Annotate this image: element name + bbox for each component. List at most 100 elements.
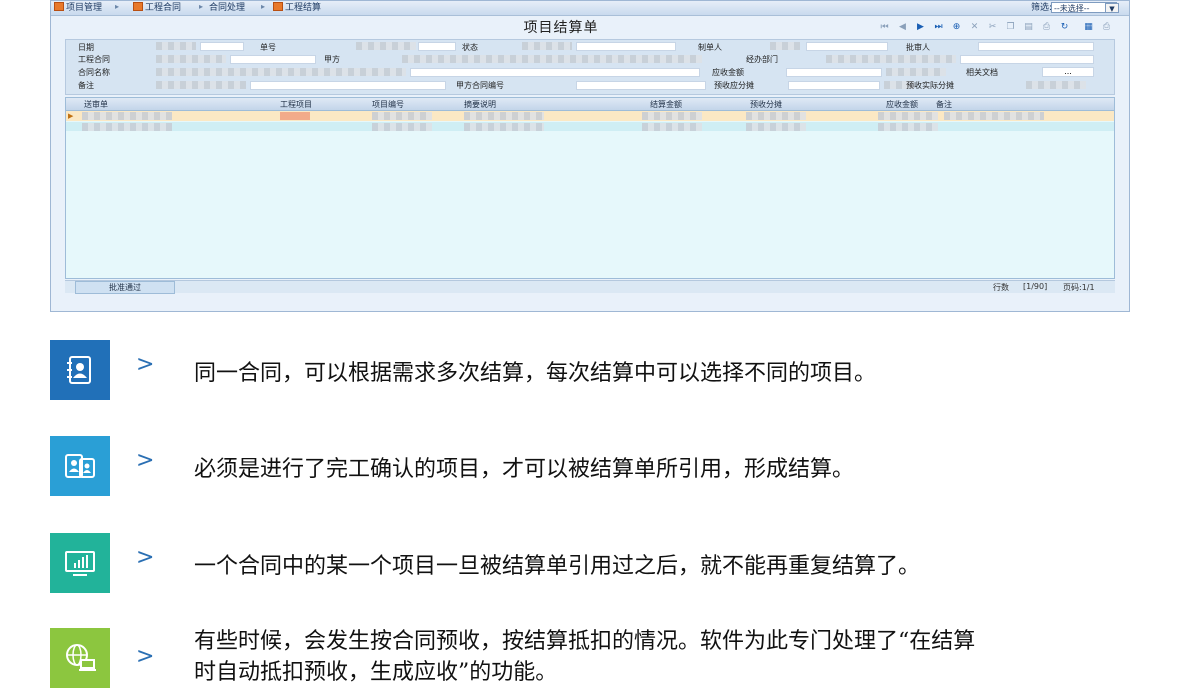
status-value <box>522 42 572 50</box>
refresh-icon[interactable]: ↻ <box>1059 22 1070 33</box>
date-field[interactable] <box>200 42 244 51</box>
party-a-value <box>402 55 702 63</box>
approve-button[interactable]: 批准通过 <box>75 281 175 294</box>
table-cell <box>642 123 702 131</box>
print-preview-icon[interactable]: ▤ <box>1023 22 1034 33</box>
copy-icon[interactable]: ❐ <box>1005 22 1016 33</box>
row-count-label: 行数 <box>993 283 1009 292</box>
prepaid-actual-allocation-value <box>1026 81 1086 89</box>
department-field[interactable] <box>960 55 1094 64</box>
breadcrumb-item-contract-processing[interactable]: 合同处理 <box>209 2 245 14</box>
export-icon[interactable]: ▦ <box>1083 22 1094 33</box>
breadcrumb-item-contract[interactable]: 工程合同 <box>133 2 181 14</box>
tablet-users-icon-graphic <box>65 454 95 478</box>
status-field[interactable] <box>576 42 676 51</box>
receivable-amount-field[interactable] <box>786 68 882 77</box>
chevron-right-icon: > <box>136 545 155 570</box>
first-record-icon[interactable]: ⏮ <box>879 22 890 33</box>
table-cell <box>464 112 544 120</box>
column-header[interactable]: 预收分摊 <box>750 99 782 110</box>
table-cell <box>372 112 432 120</box>
contract-field[interactable] <box>230 55 316 64</box>
table-cell <box>82 112 172 120</box>
party-a-contract-no-label: 甲方合同编号 <box>456 81 504 90</box>
contract-name-field[interactable] <box>410 68 700 77</box>
prepaid-allocation-field[interactable] <box>788 81 880 90</box>
column-header[interactable]: 摘要说明 <box>464 99 496 110</box>
table-cell <box>280 112 310 120</box>
creator-label: 制单人 <box>698 43 722 52</box>
grid-header: 送审单 工程项目 项目编号 摘要说明 结算金额 预收分摊 应收金额 备注 <box>66 98 1114 111</box>
breadcrumb-separator-icon: ▸ <box>115 2 120 11</box>
related-docs-label: 相关文档 <box>966 68 998 77</box>
row-count: [1/90] <box>1023 282 1048 291</box>
table-cell <box>746 123 806 131</box>
globe-laptop-icon-graphic <box>66 644 96 671</box>
table-cell <box>642 112 702 120</box>
date-label: 日期 <box>78 43 94 52</box>
column-header[interactable]: 备注 <box>936 99 952 110</box>
folder-icon <box>273 2 283 11</box>
table-row[interactable] <box>66 122 1114 131</box>
next-record-icon[interactable]: ▶ <box>915 22 926 33</box>
table-cell <box>746 112 806 120</box>
contacts-book-icon-graphic <box>67 356 91 384</box>
chevron-right-icon: > <box>136 352 155 377</box>
contract-name-label: 合同名称 <box>78 68 110 77</box>
contract-label: 工程合同 <box>78 55 110 64</box>
feature-text: 必须是进行了完工确认的项目，才可以被结算单所引用，形成结算。 <box>194 457 855 482</box>
table-cell <box>372 123 432 131</box>
folder-icon <box>133 2 143 11</box>
column-header[interactable]: 应收金额 <box>886 99 918 110</box>
feature-text: 同一合同，可以根据需求多次结算，每次结算中可以选择不同的项目。 <box>194 361 877 386</box>
status-label: 状态 <box>462 43 478 52</box>
table-cell <box>878 123 938 131</box>
detail-grid: 送审单 工程项目 项目编号 摘要说明 结算金额 预收分摊 应收金额 备注 ▶ <box>65 97 1115 279</box>
breadcrumb-item-project-management[interactable]: 项目管理 <box>54 2 102 14</box>
date-value <box>156 42 196 50</box>
page-indicator: 页码:1/1 <box>1063 283 1095 292</box>
print-icon[interactable]: ⎙ <box>1041 22 1052 33</box>
number-field[interactable] <box>418 42 456 51</box>
column-header[interactable]: 送审单 <box>84 99 108 110</box>
creator-value <box>770 42 800 50</box>
party-a-contract-no-field[interactable] <box>576 81 706 90</box>
department-label: 经办部门 <box>746 55 778 64</box>
chevron-right-icon: > <box>136 448 155 473</box>
related-docs-button[interactable]: ... <box>1042 67 1094 77</box>
prepaid-allocation-label: 预收应分摊 <box>714 81 754 90</box>
column-header[interactable]: 项目编号 <box>372 99 404 110</box>
remark-field[interactable] <box>250 81 446 90</box>
last-record-icon[interactable]: ⏭ <box>933 22 944 33</box>
delete-icon[interactable]: ✕ <box>969 22 980 33</box>
table-cell <box>944 112 1044 120</box>
approver-field[interactable] <box>978 42 1094 51</box>
table-row[interactable]: ▶ <box>66 111 1114 121</box>
receivable-amount-label: 应收金额 <box>712 68 744 77</box>
filter-label: 筛选: <box>1031 3 1053 13</box>
approver-label: 批审人 <box>906 43 930 52</box>
printer-icon[interactable]: ⎙ <box>1101 22 1112 33</box>
column-header[interactable]: 工程项目 <box>280 99 312 110</box>
contract-value <box>156 55 226 63</box>
contract-name-value <box>156 68 406 76</box>
column-header[interactable]: 结算金额 <box>650 99 682 110</box>
remark-label: 备注 <box>78 81 94 90</box>
breadcrumb: 项目管理 ▸ 工程合同 ▸ 合同处理 ▸ 工程结算 筛选: --未选择-- ▼ <box>51 1 1129 16</box>
contacts-book-icon <box>50 340 110 400</box>
party-a-label: 甲方 <box>324 55 340 64</box>
folder-icon <box>54 2 64 11</box>
cut-icon[interactable]: ✂ <box>987 22 998 33</box>
settlement-window: 项目管理 ▸ 工程合同 ▸ 合同处理 ▸ 工程结算 筛选: --未选择-- ▼ … <box>50 0 1130 312</box>
current-row-icon: ▶ <box>68 112 74 120</box>
feature-text: 一个合同中的某一个项目一旦被结算单引用过之后，就不能再重复结算了。 <box>194 554 921 579</box>
chevron-down-icon[interactable]: ▼ <box>1105 3 1119 13</box>
tablet-users-icon <box>50 436 110 496</box>
creator-field[interactable] <box>806 42 888 51</box>
feature-text: 有些时候，会发生按合同预收，按结算抵扣的情况。软件为此专门处理了“在结算 时自动… <box>194 629 976 685</box>
header-form: 日期 单号 状态 制单人 批审人 工程合同 甲方 经办部门 合同名称 应收金额 … <box>65 39 1115 95</box>
breadcrumb-item-settlement[interactable]: 工程结算 <box>273 2 321 14</box>
previous-record-icon[interactable]: ◀ <box>897 22 908 33</box>
table-cell <box>878 112 938 120</box>
new-record-icon[interactable]: ⊕ <box>951 22 962 33</box>
